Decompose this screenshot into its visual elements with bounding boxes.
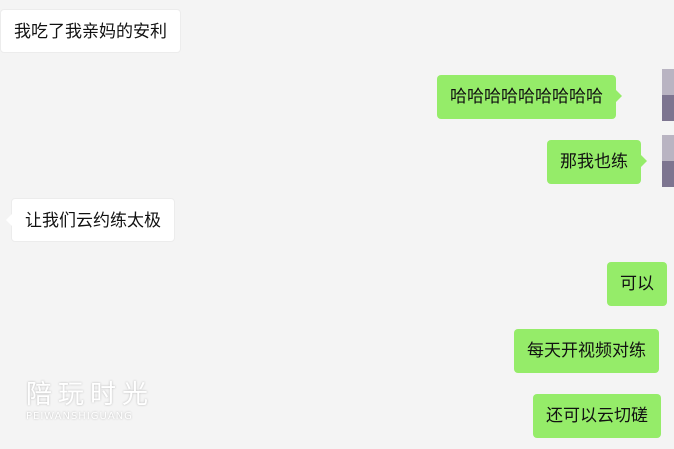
watermark-subtitle: PEIWANSHIGUANG [26,411,133,422]
message-bubble-outgoing: 那我也练 [547,140,647,184]
message-text: 让我们云约练太极 [25,211,161,231]
message-text: 哈哈哈哈哈哈哈哈哈 [450,87,603,107]
message-text: 那我也练 [560,152,628,172]
message-bubble-outgoing: 还可以云切磋 [533,394,661,438]
message-bubble-outgoing: 每天开视频对练 [514,329,659,373]
message-text: 可以 [620,274,654,294]
message-text: 每天开视频对练 [527,341,646,361]
message-bubble-incoming: 我吃了我亲妈的安利 [0,9,181,53]
chat-area: 我吃了我亲妈的安利 哈哈哈哈哈哈哈哈哈 那我也练 让我们云约练太极 可以 每天开… [0,0,674,449]
message-text: 还可以云切磋 [546,406,648,426]
avatar[interactable] [662,69,674,121]
message-text: 我吃了我亲妈的安利 [14,22,167,42]
watermark-logo: 陪玩时光 PEIWANSHIGUANG [26,380,154,424]
message-bubble-incoming: 让我们云约练太极 [6,198,175,242]
message-bubble-outgoing: 哈哈哈哈哈哈哈哈哈 [437,75,622,119]
avatar[interactable] [662,135,674,187]
watermark-title: 陪玩时光 [26,380,155,410]
message-bubble-outgoing: 可以 [607,262,667,306]
